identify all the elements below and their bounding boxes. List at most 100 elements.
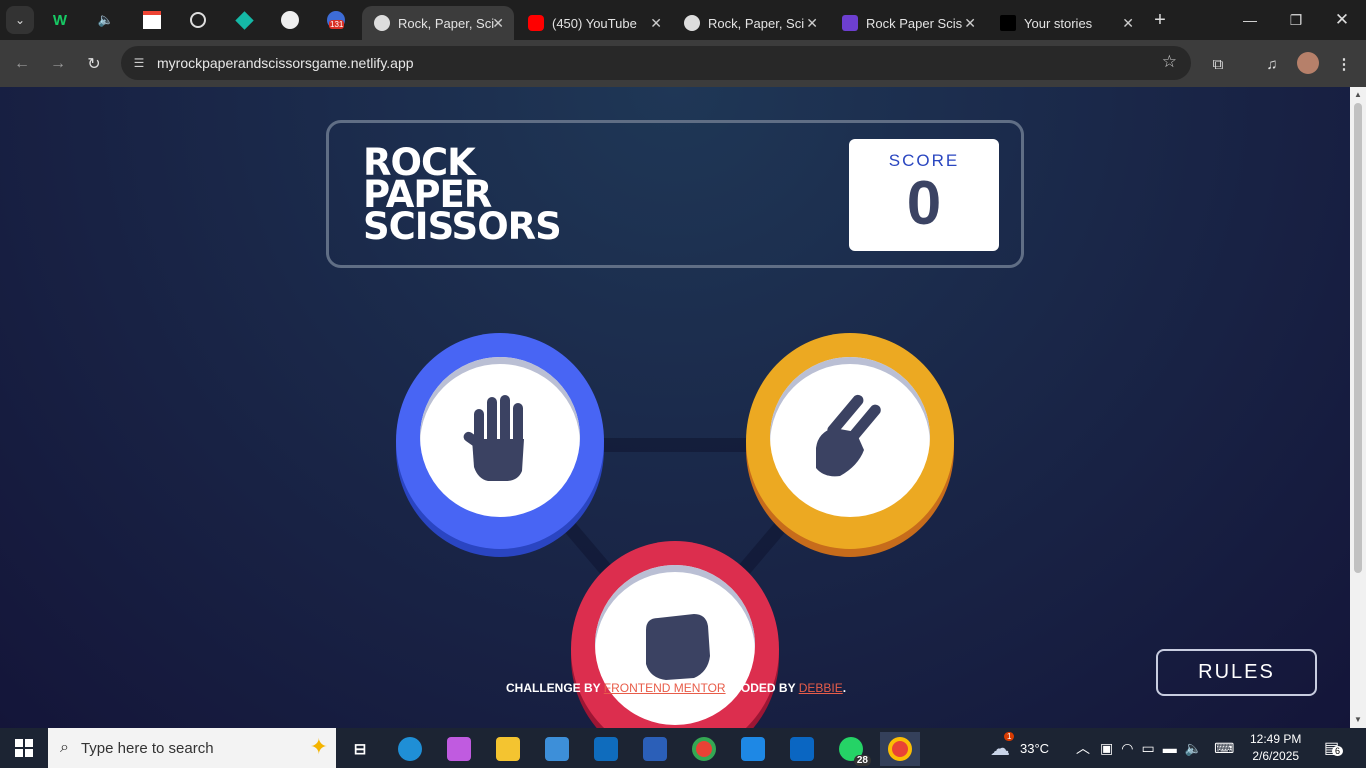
windows-taskbar: ⌕ Type here to search ✦ ⊟ 28 ☁ 1 33°C ︿ … xyxy=(0,728,1366,768)
system-clock[interactable]: 12:49 PM 2/6/2025 xyxy=(1250,731,1301,765)
keyboard-icon: ⌨ xyxy=(1214,739,1235,756)
minimize-button[interactable]: — xyxy=(1238,8,1262,32)
debbie-link[interactable]: DEBBIE xyxy=(799,681,843,695)
bookmark-star-icon[interactable]: ☆ xyxy=(1162,52,1177,72)
page-scrollbar[interactable]: ▲ ▼ xyxy=(1350,87,1366,728)
system-tray-icons[interactable]: ▣ ◠ ▭ ▬ 🔈 ⌨ xyxy=(1100,728,1234,768)
volume-icon: 🔈 xyxy=(1184,739,1203,756)
show-hidden-icons-button[interactable]: ︿ xyxy=(1076,728,1090,768)
scissors-chip-face xyxy=(770,357,930,517)
paper-hand-icon xyxy=(463,395,524,481)
back-button[interactable]: ← xyxy=(10,52,34,76)
weather-alert-badge: 1 xyxy=(1004,731,1015,741)
scrollbar-thumb[interactable] xyxy=(1354,103,1362,573)
new-tab-button[interactable]: + xyxy=(1148,8,1172,32)
menu-kebab-icon[interactable]: ⋮ xyxy=(1332,52,1356,76)
tab-rock-paper-scissors-2[interactable]: Rock, Paper, Scissors ✕ xyxy=(672,6,828,40)
clock-time: 12:49 PM xyxy=(1250,732,1302,746)
store-app[interactable] xyxy=(537,732,577,766)
vscode-icon xyxy=(741,737,765,761)
whatsapp-unread-badge: 28 xyxy=(853,755,871,766)
clock-date: 2/6/2025 xyxy=(1252,749,1300,763)
outlook-app[interactable] xyxy=(586,732,626,766)
outlook-icon xyxy=(594,737,618,761)
media-control-icon[interactable]: ♫ xyxy=(1260,52,1284,76)
scissors-choice-button[interactable] xyxy=(746,333,954,549)
chrome-icon xyxy=(692,737,716,761)
task-view-button[interactable]: ⊟ xyxy=(340,732,380,766)
profile-avatar[interactable] xyxy=(1297,52,1319,74)
scroll-down-arrow-icon[interactable]: ▼ xyxy=(1354,715,1362,724)
word-icon xyxy=(643,737,667,761)
reload-button[interactable]: ↻ xyxy=(82,52,106,76)
medium-icon xyxy=(1000,15,1016,31)
wifi-icon: ◠ xyxy=(1121,739,1134,756)
start-button[interactable] xyxy=(0,728,48,768)
openai-icon xyxy=(190,12,206,28)
site-info-icon[interactable]: ☰ xyxy=(129,53,149,73)
word-app[interactable] xyxy=(635,732,675,766)
tab-label: (450) YouTube xyxy=(552,15,637,31)
pinned-tab-github[interactable] xyxy=(278,8,302,32)
weather-widget[interactable]: ☁ 1 33°C xyxy=(990,728,1049,768)
tab-rock-paper-scissors-active[interactable]: Rock, Paper, Scissors ✕ xyxy=(362,6,514,40)
attribution-prefix: CHALLENGE BY xyxy=(506,681,604,695)
vscode-app[interactable] xyxy=(733,732,773,766)
tab-label: Your stories xyxy=(1024,15,1093,31)
rules-button[interactable]: RULES xyxy=(1156,649,1317,696)
pinned-tab-audio[interactable]: 🔈 xyxy=(94,8,118,32)
tab-rock-paper-scissors-3[interactable]: Rock Paper Scissors ✕ xyxy=(830,6,986,40)
tab-your-stories[interactable]: Your stories ✕ xyxy=(988,6,1144,40)
address-bar: ← → ↻ ☰ myrockpaperandscissorsgame.netli… xyxy=(0,40,1366,87)
taskbar-search[interactable]: ⌕ Type here to search ✦ xyxy=(48,728,336,768)
pinned-tab-calendar[interactable] xyxy=(140,8,164,32)
restore-button[interactable]: ❐ xyxy=(1284,8,1308,32)
copilot-sparkle-icon[interactable]: ✦ xyxy=(310,734,328,760)
pinned-tab-mail[interactable]: 131 xyxy=(324,8,348,32)
youtube-icon xyxy=(528,15,544,31)
scroll-up-arrow-icon[interactable]: ▲ xyxy=(1354,90,1362,99)
copilot-icon xyxy=(447,737,471,761)
close-icon[interactable]: ✕ xyxy=(1122,15,1134,32)
close-icon[interactable]: ✕ xyxy=(650,15,662,32)
chevron-up-icon: ︿ xyxy=(1076,740,1090,756)
close-icon[interactable]: ✕ xyxy=(964,15,976,32)
edge-app[interactable] xyxy=(390,732,430,766)
close-icon[interactable]: ✕ xyxy=(806,15,818,32)
frontend-mentor-link[interactable]: FRONTEND MENTOR xyxy=(604,681,726,695)
speaker-icon: 🔈 xyxy=(97,12,115,27)
task-manager-icon: ▣ xyxy=(1100,739,1114,756)
extensions-icon[interactable]: ⧉ xyxy=(1206,52,1230,76)
w-logo-icon: W xyxy=(52,11,68,29)
notification-center-button[interactable]: ▤ 6 xyxy=(1324,728,1344,768)
omnibox[interactable]: ☰ myrockpaperandscissorsgame.netlify.app… xyxy=(121,46,1191,80)
globe-icon xyxy=(374,15,390,31)
tab-search-button[interactable]: ⌄ xyxy=(6,6,34,34)
close-icon[interactable]: ✕ xyxy=(492,15,504,32)
file-explorer-app[interactable] xyxy=(488,732,528,766)
pinned-tab-openai[interactable] xyxy=(186,8,210,32)
chrome-profile-app[interactable] xyxy=(880,732,920,766)
folder-icon xyxy=(496,737,520,761)
chrome-profile-icon xyxy=(888,737,912,761)
rock-fist-icon xyxy=(646,614,710,680)
tab-youtube[interactable]: (450) YouTube ✕ xyxy=(516,6,672,40)
edge-icon xyxy=(398,737,422,761)
battery-icon: ▬ xyxy=(1162,740,1177,756)
tab-label: Rock, Paper, Scissors xyxy=(398,15,494,31)
chrome-app[interactable] xyxy=(684,732,724,766)
forward-button[interactable]: → xyxy=(46,52,70,76)
whatsapp-app[interactable]: 28 xyxy=(831,732,871,766)
github-icon xyxy=(281,11,299,29)
linkedin-app[interactable] xyxy=(782,732,822,766)
window-close-button[interactable]: ✕ xyxy=(1330,8,1354,32)
paper-choice-button[interactable] xyxy=(396,333,604,549)
search-icon: ⌕ xyxy=(60,739,69,756)
pinned-tab-diamond[interactable] xyxy=(232,8,256,32)
pinned-tab-w[interactable]: W xyxy=(48,8,72,32)
url-text[interactable]: myrockpaperandscissorsgame.netlify.app xyxy=(157,55,414,71)
search-placeholder: Type here to search xyxy=(80,739,214,757)
mail-icon: 131 xyxy=(327,11,345,29)
scissors-hand-icon xyxy=(816,394,881,477)
copilot-app[interactable] xyxy=(439,732,479,766)
